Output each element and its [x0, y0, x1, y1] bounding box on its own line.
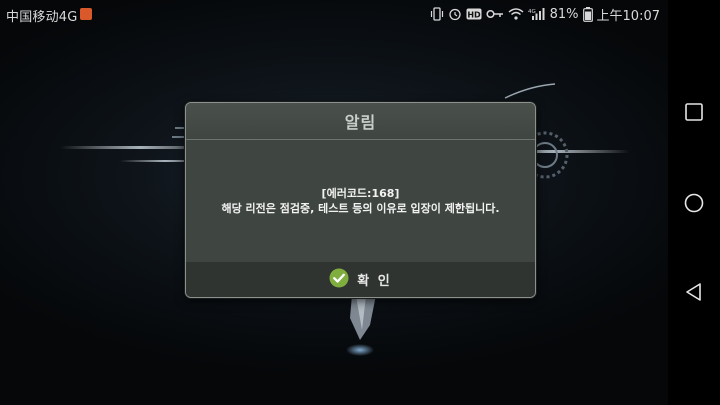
- clock: 上午10:07: [596, 8, 660, 24]
- home-circle-icon: [684, 193, 704, 213]
- key-icon: [486, 7, 504, 21]
- battery-percent: 81%: [549, 6, 579, 22]
- navigation-bar: [668, 0, 720, 405]
- notification-icon: [80, 8, 92, 20]
- carrier-label: 中国移动4G: [6, 10, 78, 25]
- confirm-button[interactable]: 확 인: [329, 268, 391, 292]
- status-icons: HD 4G 81% 上午10:07: [430, 5, 660, 24]
- alarm-icon: [448, 7, 462, 21]
- battery-icon: [582, 6, 593, 22]
- check-icon: [329, 268, 349, 292]
- vibrate-icon: [430, 7, 444, 21]
- dialog-title: 알림: [344, 113, 377, 132]
- svg-text:4G: 4G: [528, 9, 536, 15]
- wifi-icon: [508, 7, 524, 21]
- error-code-text: [에러코드:168]: [321, 187, 400, 200]
- home-button[interactable]: [680, 189, 708, 217]
- dialog-message: 해당 리전은 점검중, 테스트 등의 이유로 입장이 제한됩니다.: [221, 202, 500, 215]
- dialog-header: 알림: [186, 103, 535, 140]
- signal-icon: 4G: [528, 7, 546, 21]
- recents-button[interactable]: [680, 98, 708, 126]
- game-screen: 中国移动4G HD 4G 81% 上午10:07 알림 [에러코드:168] 해…: [0, 0, 720, 405]
- svg-text:HD: HD: [467, 11, 481, 20]
- notice-dialog: 알림 [에러코드:168] 해당 리전은 점검중, 테스트 등의 이유로 입장이…: [185, 102, 536, 298]
- recents-square-icon: [685, 103, 703, 121]
- back-triangle-icon: [686, 283, 701, 301]
- confirm-label: 확 인: [357, 274, 392, 289]
- dialog-footer: 확 인: [186, 262, 535, 297]
- hd-icon: HD: [466, 7, 482, 21]
- status-bar: 中国移动4G HD 4G 81% 上午10:07: [0, 0, 668, 28]
- dialog-body: [에러코드:168] 해당 리전은 점검중, 테스트 등의 이유로 입장이 제한…: [186, 140, 535, 262]
- back-button[interactable]: [680, 278, 708, 306]
